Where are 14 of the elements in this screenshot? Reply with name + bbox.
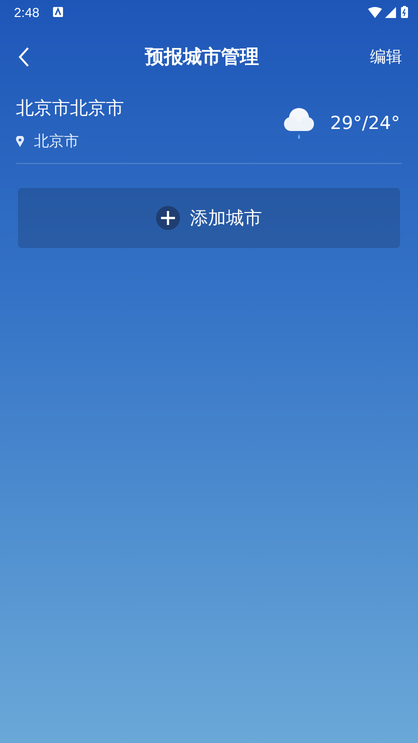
temperature-range: 29°/24°	[330, 113, 400, 134]
location-pin-icon	[16, 136, 24, 147]
notification-icon	[53, 7, 64, 17]
city-location: 北京市	[34, 132, 79, 151]
status-time: 2:48	[14, 4, 40, 20]
battery-icon	[401, 6, 408, 18]
add-city-button[interactable]: 添加城市	[18, 188, 400, 248]
city-name: 北京市北京市	[16, 97, 125, 120]
edit-button[interactable]: 编辑	[370, 46, 402, 68]
page-title: 预报城市管理	[144, 45, 260, 70]
wifi-icon	[368, 6, 382, 18]
rain-cloud-icon	[282, 106, 316, 142]
plus-icon	[156, 206, 180, 230]
signal-icon	[385, 6, 396, 18]
